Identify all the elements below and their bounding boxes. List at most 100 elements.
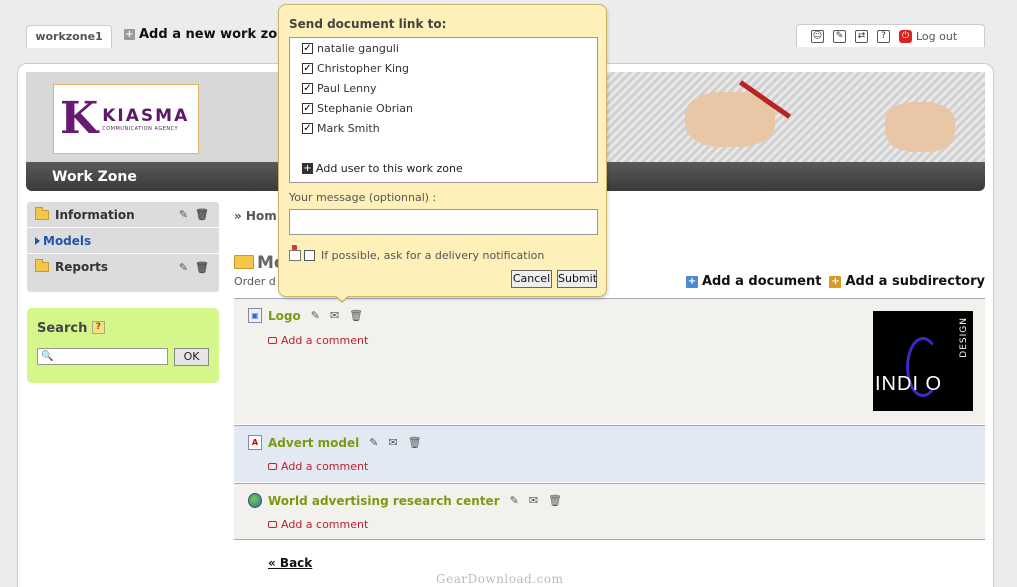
sidebar-item-label: Information (55, 207, 135, 222)
add-subdirectory-link[interactable]: + Add a subdirectory (829, 274, 985, 289)
folder-icon (35, 206, 49, 220)
add-workzone-tab[interactable]: + Add a new work zone (124, 27, 295, 42)
pdf-file-icon: A (248, 435, 262, 450)
trash-icon[interactable]: 🗑 (195, 208, 209, 221)
user-list: ✓ natalie ganguli ✓ Christopher King ✓ P… (289, 37, 598, 183)
add-comment-label: Add a comment (281, 334, 369, 347)
add-document-label: Add a document (701, 274, 822, 289)
breadcrumb[interactable]: » Hom (234, 209, 277, 223)
add-user-label: Add user to this work zone (316, 162, 463, 175)
sidebar-item-label: Models (43, 233, 92, 248)
add-comment-link[interactable]: Add a comment (268, 460, 368, 473)
user-row[interactable]: ✓ Stephanie Obrian (302, 102, 413, 115)
search-ok-button[interactable]: OK (174, 348, 209, 366)
user-checkbox[interactable]: ✓ (302, 43, 313, 54)
add-document-link[interactable]: + Add a document (685, 274, 822, 289)
tab-workzone1[interactable]: workzone1 (26, 25, 112, 48)
sidebar-item-models[interactable]: Models (27, 228, 219, 254)
banner-photo (565, 72, 985, 162)
user-row[interactable]: ✓ Christopher King (302, 62, 409, 75)
user-row[interactable]: ✓ Paul Lenny (302, 82, 377, 95)
sidebar-item-label: Reports (55, 260, 109, 274)
power-icon: ⏻ (899, 29, 912, 43)
help-icon[interactable]: ? (91, 321, 105, 334)
search-title: Search ? (37, 321, 105, 336)
logout-button[interactable]: ⏻ Log out (899, 29, 958, 43)
company-logo: K KIASMA COMMUNICATION AGENCY (53, 84, 199, 154)
envelope-notify-icon (289, 245, 301, 261)
document-title[interactable]: World advertising research center (268, 494, 500, 508)
document-title[interactable]: Logo (268, 309, 301, 323)
edit-icon[interactable]: ✎ (179, 261, 188, 274)
add-workzone-label: Add a new work zone (139, 27, 296, 42)
comment-icon (268, 521, 277, 528)
settings-icon[interactable]: ⇄ (855, 29, 868, 43)
search-panel: Search ? 🔍 OK (27, 308, 219, 383)
logo-name: KIASMA (102, 106, 190, 126)
search-input[interactable] (37, 348, 168, 365)
send-link-icon[interactable]: ✉ (529, 494, 538, 507)
add-comment-label: Add a comment (281, 460, 369, 473)
document-thumbnail[interactable]: INDI O DESIGN (873, 311, 973, 411)
add-comment-label: Add a comment (281, 518, 369, 531)
edit-icon[interactable]: ✎ (833, 29, 846, 43)
logo-tagline: COMMUNICATION AGENCY (102, 126, 179, 132)
search-title-label: Search (37, 321, 88, 336)
user-checkbox[interactable]: ✓ (302, 123, 313, 134)
cancel-button[interactable]: Cancel (511, 270, 552, 288)
document-row: World advertising research center ✎ ✉ 🗑 … (234, 483, 985, 540)
logo-letter: K (60, 93, 99, 144)
trash-icon[interactable]: 🗑 (195, 261, 209, 274)
plus-icon: + (124, 29, 135, 40)
notify-label: If possible, ask for a delivery notifica… (321, 249, 545, 262)
edit-icon[interactable]: ✎ (311, 309, 320, 322)
edit-icon[interactable]: ✎ (510, 494, 519, 507)
send-link-popup: Send document link to: ✓ natalie ganguli… (278, 4, 607, 297)
watermark: GearDownload.com (436, 572, 564, 586)
comment-icon (268, 463, 277, 470)
user-name: Christopher King (317, 62, 409, 75)
user-row[interactable]: ✓ Mark Smith (302, 122, 380, 135)
document-title[interactable]: Advert model (268, 436, 359, 450)
edit-icon[interactable]: ✎ (179, 208, 188, 221)
user-name: Paul Lenny (317, 82, 377, 95)
user-checkbox[interactable]: ✓ (302, 103, 313, 114)
add-subdirectory-label: Add a subdirectory (845, 274, 985, 289)
document-row: A Advert model ✎ ✉ 🗑 Add a comment (234, 425, 985, 482)
folder-icon (234, 255, 254, 269)
user-name: Stephanie Obrian (317, 102, 413, 115)
comment-icon (268, 337, 277, 344)
trash-icon[interactable]: 🗑 (548, 494, 562, 507)
add-user-link[interactable]: + Add user to this work zone (302, 162, 463, 175)
plus-icon: + (685, 275, 698, 288)
thumbnail-word: INDI O (875, 373, 943, 395)
send-link-icon[interactable]: ✉ (388, 436, 397, 449)
profile-icon[interactable]: ☺ (811, 29, 824, 43)
sidebar-item-reports[interactable]: Reports ✎ 🗑 (27, 254, 219, 280)
content-actions: + Add a document + Add a subdirectory (685, 274, 985, 289)
add-comment-link[interactable]: Add a comment (268, 518, 368, 531)
globe-link-icon (248, 493, 262, 508)
user-checkbox[interactable]: ✓ (302, 63, 313, 74)
sidebar-item-information[interactable]: Information ✎ 🗑 (27, 202, 219, 228)
user-toolbar: ☺ ✎ ⇄ ? ⏻ Log out (796, 24, 985, 47)
back-link[interactable]: « Back (268, 556, 312, 570)
sidebar-nav: Information ✎ 🗑 Models Reports ✎ 🗑 (27, 202, 219, 292)
notify-checkbox[interactable] (304, 250, 315, 261)
edit-icon[interactable]: ✎ (369, 436, 378, 449)
search-icon: 🔍 (41, 351, 54, 362)
submit-button[interactable]: Submit (557, 270, 597, 288)
message-label: Your message (optionnal) : (289, 191, 437, 204)
logout-label: Log out (916, 29, 958, 43)
send-link-icon[interactable]: ✉ (330, 309, 339, 322)
delivery-notification-row[interactable]: If possible, ask for a delivery notifica… (289, 245, 545, 262)
help-icon[interactable]: ? (877, 29, 890, 43)
message-input[interactable] (289, 209, 598, 235)
user-name: natalie ganguli (317, 42, 399, 55)
trash-icon[interactable]: 🗑 (349, 309, 363, 322)
add-comment-link[interactable]: Add a comment (268, 334, 368, 347)
user-checkbox[interactable]: ✓ (302, 83, 313, 94)
order-text: Order d (234, 275, 276, 288)
trash-icon[interactable]: 🗑 (408, 436, 422, 449)
user-row[interactable]: ✓ natalie ganguli (302, 42, 399, 55)
